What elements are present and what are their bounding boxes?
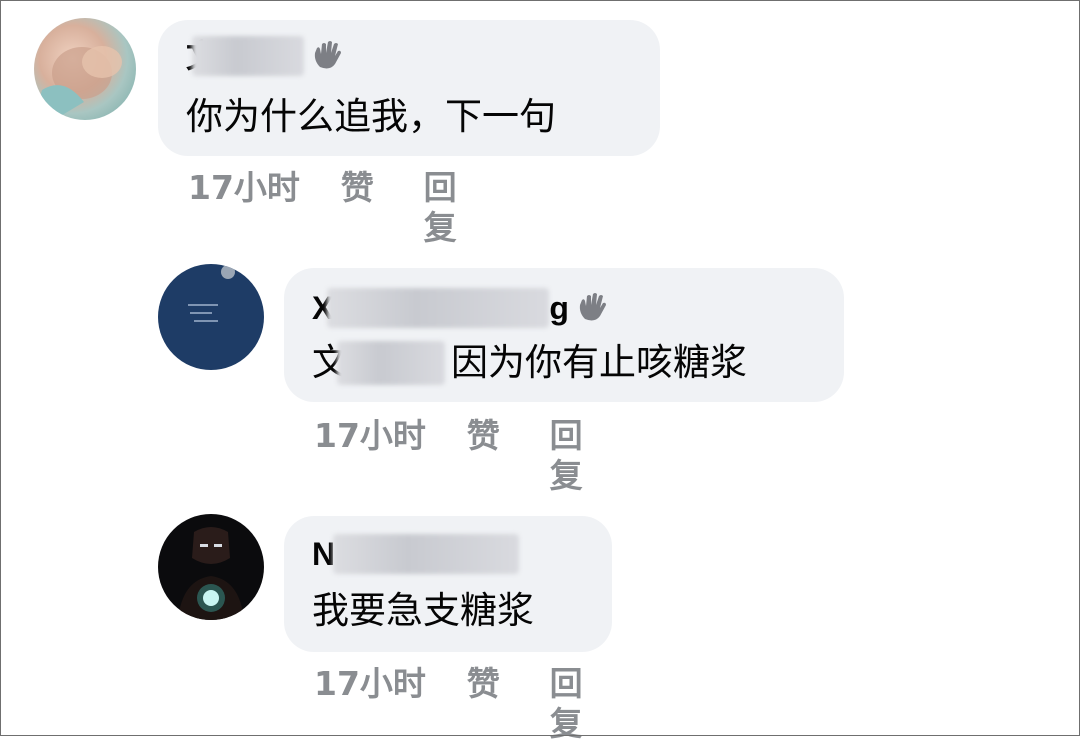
avatar-image [178,527,244,620]
comment-text: 你为什么追我，下一句 [186,95,556,138]
author-name[interactable]: N [312,534,335,574]
redacted-name [327,288,550,328]
like-button[interactable]: 赞 [467,416,550,496]
author-name-end[interactable]: g [549,288,569,328]
like-button[interactable]: 赞 [341,168,424,248]
reply-button[interactable]: 回复 [424,168,483,248]
redacted-mention [337,341,445,385]
reply-button[interactable]: 回复 [550,664,609,744]
timestamp: 17小时 [188,168,300,207]
redacted-name [333,534,520,574]
wave-hand-icon [579,293,606,321]
avatar[interactable] [158,514,264,620]
redacted-name [192,36,305,76]
avatar-image [34,46,122,120]
like-button[interactable]: 赞 [467,664,550,744]
avatar[interactable] [158,264,264,370]
wave-hand-icon [314,41,342,69]
timestamp: 17小时 [314,416,426,455]
comment-text: 我要急支糖浆 [312,589,534,632]
comment-text: 因为你有止咳糖浆 [451,341,747,384]
comment-author[interactable]: N [312,534,520,574]
comment-author[interactable]: X g [312,288,609,328]
avatar-image [188,265,235,322]
reply-button[interactable]: 回复 [550,416,609,496]
avatar[interactable] [34,18,136,120]
comment-author[interactable]: 文 [186,36,344,76]
timestamp: 17小时 [314,664,426,703]
